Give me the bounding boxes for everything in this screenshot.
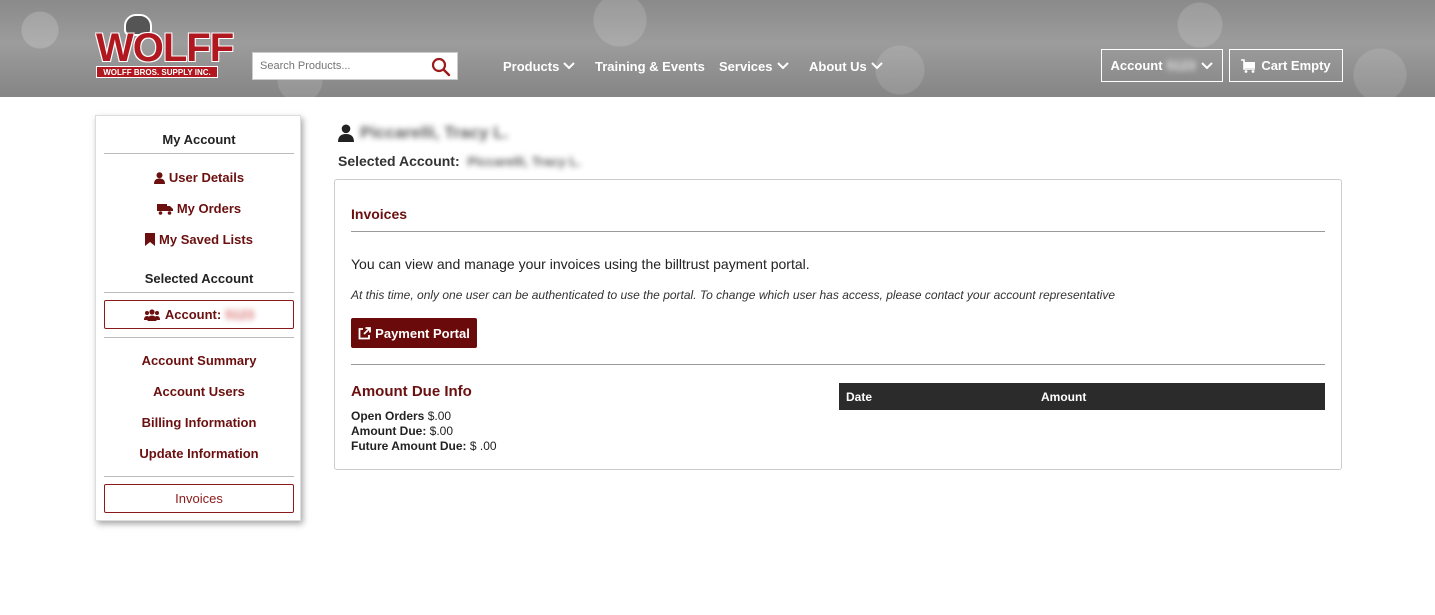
search-input[interactable] [253, 60, 423, 72]
sidebar-item-label: Account Users [153, 384, 245, 399]
user-icon [338, 124, 354, 142]
account-selector-label: Account: [164, 307, 222, 322]
cart-button[interactable]: Cart Empty [1229, 49, 1343, 82]
my-account-heading: My Account [162, 132, 236, 147]
invoices-intro-text: You can view and manage your invoices us… [351, 256, 810, 272]
account-selector-button[interactable]: Account: 5123 [104, 300, 294, 329]
divider [104, 153, 294, 154]
user-heading: Piccarelli, Tracy L. [338, 123, 508, 143]
selected-account-value: Piccarelli, Tracy L. [467, 154, 581, 169]
column-header-date[interactable]: Date [846, 390, 872, 404]
open-orders-label: Open Orders [351, 409, 425, 423]
selected-account-line: Selected Account: Piccarelli, Tracy L. [338, 153, 581, 169]
invoice-table-header: Date Amount [839, 383, 1325, 410]
nav-training-events[interactable]: Training & Events [595, 58, 705, 74]
column-header-amount[interactable]: Amount [1041, 390, 1086, 404]
sidebar-item-user-details[interactable]: User Details [96, 170, 302, 185]
external-link-icon [358, 326, 372, 339]
sidebar-item-label: Invoices [175, 491, 223, 506]
open-orders-value: $.00 [427, 409, 452, 423]
selected-account-heading: Selected Account [144, 271, 254, 286]
chevron-down-icon [871, 62, 883, 70]
divider [104, 476, 294, 477]
future-amount-due-label: Future Amount Due: [351, 439, 467, 453]
invoices-card: Invoices You can view and manage your in… [334, 179, 1342, 470]
nav-training-events-label: Training & Events [595, 58, 705, 74]
search-box [252, 52, 458, 80]
truck-icon [156, 203, 173, 215]
sidebar-item-my-orders[interactable]: My Orders [96, 201, 302, 216]
sidebar-item-label: My Orders [176, 201, 242, 216]
user-icon [153, 171, 165, 184]
sidebar-item-invoices[interactable]: Invoices [104, 484, 294, 513]
sidebar-item-label: User Details [168, 170, 245, 185]
nav-about-us[interactable]: About Us [809, 58, 883, 74]
site-header: WOLFF WOLFF BROS. SUPPLY INC. Products T… [0, 0, 1435, 97]
chevron-down-icon [1201, 61, 1214, 69]
divider [104, 337, 294, 338]
future-amount-due-value: $ .00 [469, 439, 497, 453]
wolff-logo[interactable]: WOLFF WOLFF BROS. SUPPLY INC. [94, 14, 234, 80]
amount-due-title: Amount Due Info [351, 383, 472, 400]
chevron-down-icon [776, 62, 789, 70]
sidebar-item-billing-information[interactable]: Billing Information [96, 415, 302, 430]
users-icon [143, 308, 160, 321]
amount-due-value: $.00 [429, 424, 454, 438]
sidebar-item-label: My Saved Lists [159, 232, 253, 247]
sidebar-item-account-users[interactable]: Account Users [96, 384, 302, 399]
cart-button-label: Cart Empty [1261, 58, 1331, 73]
user-name: Piccarelli, Tracy L. [360, 123, 509, 142]
nav-services-label: Services [719, 58, 773, 74]
account-selector-number: 5123 [225, 307, 255, 322]
selected-account-label: Selected Account: [338, 153, 460, 169]
sidebar-item-label: Billing Information [141, 415, 257, 430]
logo-tagline: WOLFF BROS. SUPPLY INC. [96, 66, 218, 78]
cart-icon [1241, 58, 1256, 73]
sidebar-item-account-summary[interactable]: Account Summary [96, 353, 302, 368]
divider [351, 231, 1325, 232]
nav-products[interactable]: Products [503, 58, 576, 74]
divider [104, 292, 294, 293]
payment-portal-button[interactable]: Payment Portal [351, 318, 477, 348]
nav-services[interactable]: Services [719, 58, 789, 74]
chevron-down-icon [563, 62, 576, 70]
bookmark-icon [145, 233, 156, 246]
account-sidebar: My Account User Details My Orders My Sav… [95, 115, 301, 521]
search-icon[interactable] [431, 57, 451, 77]
payment-portal-label: Payment Portal [375, 325, 470, 341]
sidebar-item-my-saved-lists[interactable]: My Saved Lists [96, 232, 302, 247]
sidebar-item-label: Account Summary [141, 353, 257, 368]
sidebar-item-label: Update Information [139, 446, 259, 461]
logo-wordmark: WOLFF [96, 26, 234, 70]
future-amount-due-line: Future Amount Due: $ .00 [351, 439, 497, 453]
nav-about-us-label: About Us [809, 58, 867, 74]
open-orders-line: Open Orders $.00 [351, 409, 451, 423]
account-button-label: Account [1110, 58, 1163, 73]
invoices-title: Invoices [351, 206, 408, 222]
invoices-note-text: At this time, only one user can be authe… [351, 288, 1116, 302]
account-button-number: 5123 [1166, 58, 1196, 73]
sidebar-item-update-information[interactable]: Update Information [96, 446, 302, 461]
divider [351, 364, 1325, 365]
amount-due-line: Amount Due: $.00 [351, 424, 453, 438]
account-dropdown-button[interactable]: Account 5123 [1101, 49, 1223, 82]
nav-products-label: Products [503, 58, 560, 74]
amount-due-label: Amount Due: [351, 424, 427, 438]
